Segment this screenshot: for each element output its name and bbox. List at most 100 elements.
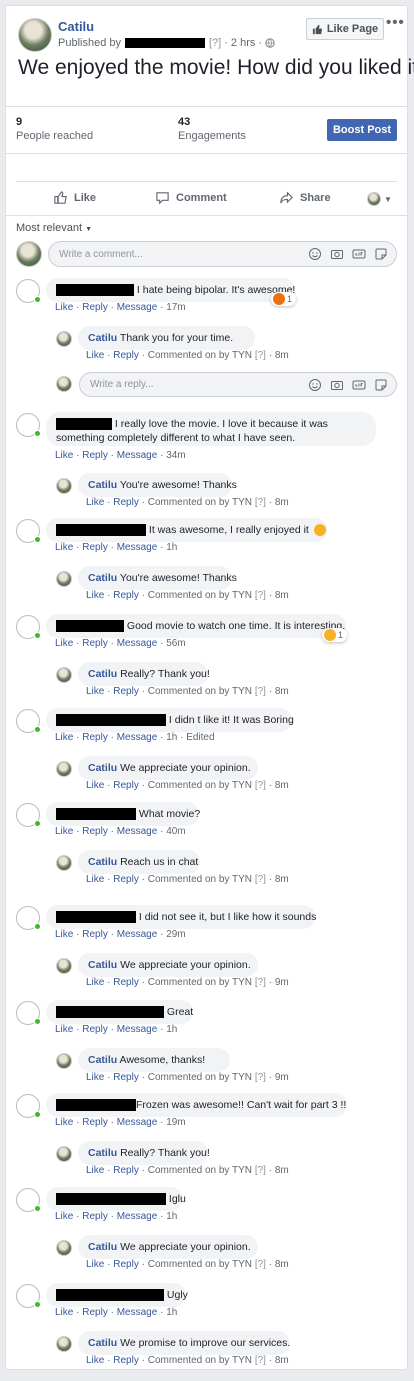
reply-time[interactable]: 9m <box>275 977 289 988</box>
reply-link[interactable]: Reply <box>82 638 108 649</box>
reply-author-avatar[interactable] <box>56 958 72 974</box>
reply-time[interactable]: 8m <box>275 780 289 791</box>
reply-author-avatar[interactable] <box>56 478 72 494</box>
reaction-badge[interactable]: 1 <box>322 628 348 642</box>
like-link[interactable]: Like <box>86 977 104 988</box>
reply-time[interactable]: 8m <box>275 1165 289 1176</box>
gif-icon[interactable] <box>352 247 366 261</box>
like-link[interactable]: Like <box>86 350 104 361</box>
sort-selector[interactable]: Most relevant ▼ <box>16 222 92 234</box>
like-link[interactable]: Like <box>86 1165 104 1176</box>
like-action-button[interactable]: Like <box>53 190 96 205</box>
publisher-tag[interactable]: [?] <box>209 37 221 49</box>
like-link[interactable]: Like <box>55 826 73 837</box>
like-link[interactable]: Like <box>55 1307 73 1318</box>
sticker-icon[interactable] <box>374 378 388 392</box>
reply-time[interactable]: 8m <box>275 497 289 508</box>
message-link[interactable]: Message <box>117 542 158 553</box>
reply-link[interactable]: Reply <box>82 542 108 553</box>
like-link[interactable]: Like <box>55 638 73 649</box>
emoji-icon[interactable] <box>308 378 322 392</box>
reply-link[interactable]: Reply <box>82 302 108 313</box>
redacted-commenter-name[interactable] <box>56 284 134 297</box>
commenter-avatar[interactable] <box>16 1284 41 1308</box>
message-link[interactable]: Message <box>117 450 158 461</box>
redacted-commenter-name[interactable] <box>56 1289 164 1302</box>
redacted-commenter-name[interactable] <box>56 1099 136 1112</box>
reply-link[interactable]: Reply <box>113 686 139 697</box>
reply-author[interactable]: Catilu <box>88 762 117 774</box>
commenter-avatar[interactable] <box>16 1188 41 1212</box>
reply-input[interactable]: Write a reply... <box>79 372 397 397</box>
reply-time[interactable]: 8m <box>275 350 289 361</box>
like-link[interactable]: Like <box>55 450 73 461</box>
like-link[interactable]: Like <box>86 780 104 791</box>
reply-author[interactable]: Catilu <box>88 572 117 584</box>
reply-link[interactable]: Reply <box>113 1072 139 1083</box>
comment-input[interactable]: Write a comment... <box>48 241 397 267</box>
commenter-avatar[interactable] <box>16 1094 41 1118</box>
reply-link[interactable]: Reply <box>82 929 108 940</box>
commenter-avatar[interactable] <box>16 1001 41 1025</box>
share-action-button[interactable]: Share <box>279 190 331 205</box>
comment-time[interactable]: 17m <box>166 302 185 313</box>
reply-author[interactable]: Catilu <box>88 668 117 680</box>
reply-author-avatar[interactable] <box>56 571 72 587</box>
reply-author-avatar[interactable] <box>56 1240 72 1256</box>
redacted-commenter-name[interactable] <box>56 808 136 821</box>
comment-time[interactable]: 40m <box>166 826 185 837</box>
reply-link[interactable]: Reply <box>113 874 139 885</box>
more-options-icon[interactable]: ••• <box>386 14 405 31</box>
reply-time[interactable]: 8m <box>275 590 289 601</box>
like-link[interactable]: Like <box>55 929 73 940</box>
like-link[interactable]: Like <box>86 590 104 601</box>
reply-time[interactable]: 8m <box>275 874 289 885</box>
message-link[interactable]: Message <box>117 638 158 649</box>
comment-time[interactable]: 56m <box>166 638 185 649</box>
commenter-avatar[interactable] <box>16 615 41 639</box>
like-page-button[interactable]: Like Page <box>306 18 384 40</box>
commenter-avatar[interactable] <box>16 906 41 930</box>
post-time[interactable]: 2 hrs <box>231 37 255 49</box>
redacted-commenter-name[interactable] <box>56 524 146 537</box>
redacted-commenter-name[interactable] <box>56 418 112 431</box>
boost-post-button[interactable]: Boost Post <box>327 119 397 141</box>
message-link[interactable]: Message <box>117 1211 158 1222</box>
message-link[interactable]: Message <box>117 1024 158 1035</box>
like-link[interactable]: Like <box>86 686 104 697</box>
reply-author[interactable]: Catilu <box>88 479 117 491</box>
reply-link[interactable]: Reply <box>82 1211 108 1222</box>
like-link[interactable]: Like <box>86 1355 104 1366</box>
message-link[interactable]: Message <box>117 1117 158 1128</box>
redacted-commenter-name[interactable] <box>56 1006 164 1019</box>
message-link[interactable]: Message <box>117 302 158 313</box>
redacted-commenter-name[interactable] <box>56 911 136 924</box>
comment-time[interactable]: 34m <box>166 450 185 461</box>
page-avatar[interactable] <box>18 18 52 52</box>
reply-author-avatar[interactable] <box>56 761 72 777</box>
message-link[interactable]: Message <box>117 1307 158 1318</box>
camera-icon[interactable] <box>330 247 344 261</box>
like-link[interactable]: Like <box>86 1072 104 1083</box>
like-link[interactable]: Like <box>86 874 104 885</box>
reply-link[interactable]: Reply <box>113 1355 139 1366</box>
page-name[interactable]: Catilu <box>58 19 94 34</box>
comment-time[interactable]: 29m <box>166 929 185 940</box>
like-link[interactable]: Like <box>55 1024 73 1035</box>
reply-time[interactable]: 8m <box>275 1355 289 1366</box>
reply-author-avatar[interactable] <box>56 1336 72 1352</box>
like-link[interactable]: Like <box>55 1117 73 1128</box>
reply-link[interactable]: Reply <box>82 450 108 461</box>
sticker-icon[interactable] <box>374 247 388 261</box>
commenter-avatar[interactable] <box>16 279 41 303</box>
reaction-badge[interactable]: 1 <box>271 292 297 306</box>
comment-as-selector[interactable]: ▼ <box>367 192 392 206</box>
commenter-avatar[interactable] <box>16 519 41 543</box>
like-link[interactable]: Like <box>55 542 73 553</box>
reply-link[interactable]: Reply <box>82 1117 108 1128</box>
reply-link[interactable]: Reply <box>82 1307 108 1318</box>
reply-link[interactable]: Reply <box>113 350 139 361</box>
comment-time[interactable]: 19m <box>166 1117 185 1128</box>
reply-link[interactable]: Reply <box>113 780 139 791</box>
reply-link[interactable]: Reply <box>113 497 139 508</box>
